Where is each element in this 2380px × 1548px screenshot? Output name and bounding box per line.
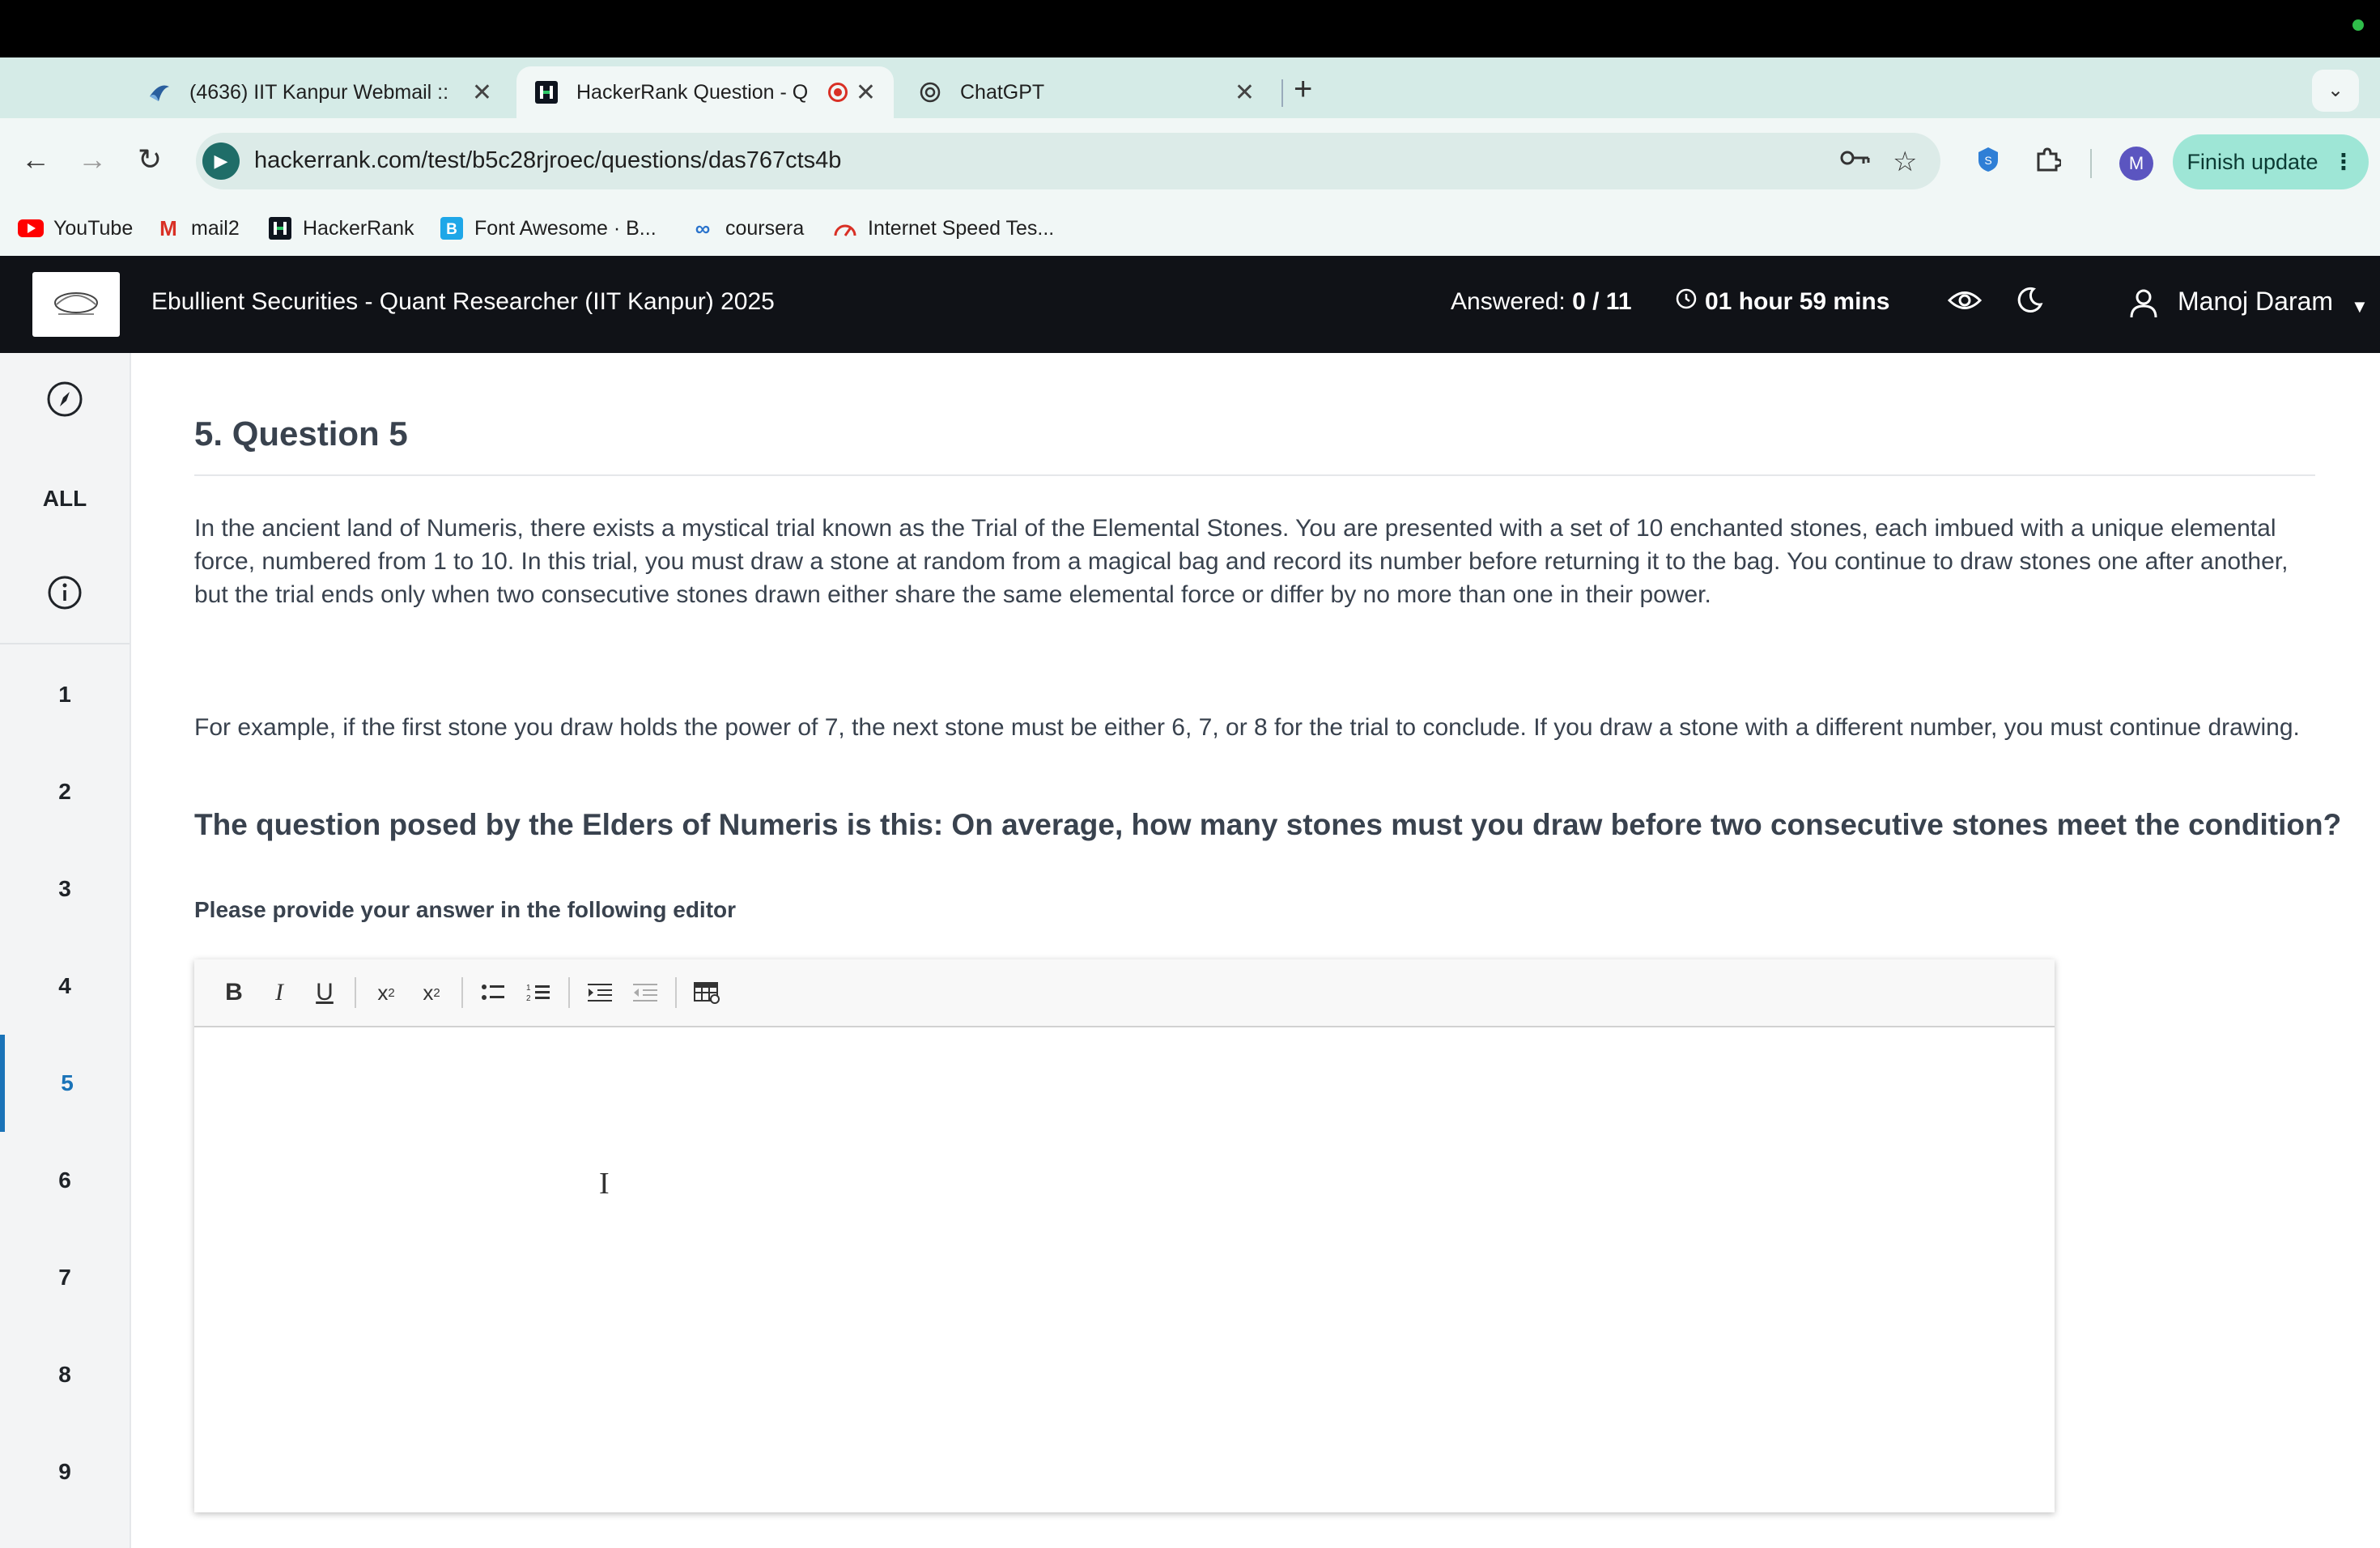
bulleted-list-icon[interactable]: [473, 972, 513, 1013]
italic-icon[interactable]: I: [259, 972, 300, 1013]
answer-editor: B I U x2 x2 12: [194, 959, 2055, 1512]
toolbar-separator: [675, 977, 677, 1008]
back-arrow-icon[interactable]: ←: [21, 142, 50, 176]
caret-down-icon[interactable]: ▼: [2351, 296, 2369, 317]
bookmark-star-icon[interactable]: ☆: [1893, 146, 1917, 178]
user-name[interactable]: Manoj Daram: [2178, 287, 2333, 317]
tab-search-chevron-icon[interactable]: ⌄: [2312, 70, 2359, 112]
svg-text:1: 1: [526, 984, 531, 993]
question-paragraph-2: For example, if the first stone you draw…: [194, 714, 2300, 741]
svg-text:S: S: [1984, 154, 1991, 167]
indent-icon[interactable]: [580, 972, 620, 1013]
compass-button[interactable]: [0, 353, 130, 450]
hackerrank-icon: [267, 217, 293, 240]
profile-avatar[interactable]: M: [2119, 147, 2153, 181]
outdent-icon[interactable]: [625, 972, 665, 1013]
bookmark-coursera[interactable]: ∞ coursera: [690, 212, 805, 245]
answered-counter: Answered: 0 / 11: [1451, 288, 1632, 315]
compass-icon: [45, 380, 84, 424]
close-icon[interactable]: ✕: [472, 79, 492, 107]
sidebar-item-q5[interactable]: 5: [0, 1035, 130, 1132]
test-title: Ebullient Securities - Quant Researcher …: [151, 288, 775, 315]
close-icon[interactable]: ✕: [856, 79, 876, 107]
kebab-menu-icon: ⋮: [2332, 149, 2355, 174]
status-indicator-dot: [2352, 19, 2364, 31]
speedtest-icon: [832, 218, 858, 239]
svg-text:B: B: [446, 221, 457, 238]
answered-value: 0 / 11: [1572, 288, 1632, 315]
bookmark-font-awesome[interactable]: B Font Awesome · B...: [439, 212, 657, 245]
bold-icon[interactable]: B: [214, 972, 254, 1013]
toolbar-separator: [355, 977, 356, 1008]
recording-icon: [827, 83, 848, 102]
finish-update-button[interactable]: Finish update ⋮: [2173, 134, 2369, 189]
forward-arrow-icon[interactable]: →: [78, 142, 107, 176]
tab-hackerrank[interactable]: HackerRank Question - Q ✕: [516, 66, 894, 118]
sidebar-item-q2[interactable]: 2: [0, 743, 130, 840]
svg-text:2: 2: [526, 994, 531, 1003]
sidebar-item-q6[interactable]: 6: [0, 1132, 130, 1229]
editor-prompt: Please provide your answer in the follow…: [194, 897, 737, 922]
divider: [194, 474, 2315, 476]
toolbar-divider: [2090, 149, 2092, 178]
extensions-puzzle-icon[interactable]: [2034, 146, 2063, 181]
sidebar-item-all[interactable]: ALL: [0, 450, 130, 547]
question-title: 5. Question 5: [194, 415, 408, 453]
new-tab-icon[interactable]: +: [1294, 71, 1312, 108]
bookmark-hackerrank[interactable]: HackerRank: [267, 212, 414, 245]
dark-mode-moon-icon[interactable]: [2016, 287, 2043, 321]
youtube-icon: [18, 218, 44, 239]
text-cursor-icon: I: [599, 1167, 610, 1201]
tab-divider: [1281, 79, 1283, 107]
close-icon[interactable]: ✕: [1235, 79, 1255, 107]
extension-shield-icon[interactable]: S: [1975, 146, 2001, 181]
reload-icon[interactable]: ↻: [138, 142, 162, 176]
eye-icon[interactable]: [1947, 288, 1983, 320]
sidebar-item-q7[interactable]: 7: [0, 1229, 130, 1326]
underline-icon[interactable]: U: [304, 972, 345, 1013]
password-key-icon[interactable]: [1839, 146, 1872, 177]
sidebar-item-q3[interactable]: 3: [0, 840, 130, 938]
insert-table-icon[interactable]: [686, 972, 727, 1013]
editor-content-area[interactable]: [194, 1029, 2055, 1512]
coursera-icon: ∞: [695, 215, 711, 240]
sidebar-item-info[interactable]: [0, 547, 130, 644]
clock-icon: [1676, 288, 1697, 316]
tab-webmail[interactable]: (4636) IIT Kanpur Webmail :: ✕: [130, 66, 510, 118]
bookmark-youtube[interactable]: YouTube: [18, 212, 133, 245]
superscript-icon[interactable]: x2: [411, 972, 452, 1013]
editor-toolbar: B I U x2 x2 12: [194, 959, 2055, 1027]
sidebar-item-q9[interactable]: 9: [0, 1423, 130, 1520]
info-icon: [47, 575, 83, 616]
sidebar-item-q8[interactable]: 8: [0, 1326, 130, 1423]
sidebar-item-q1[interactable]: 1: [0, 646, 130, 743]
question-statement: The question posed by the Elders of Nume…: [194, 808, 2342, 841]
user-icon[interactable]: [2129, 288, 2158, 326]
company-logo: [32, 272, 120, 337]
hackerrank-icon: [534, 80, 559, 104]
time-remaining: 01 hour 59 mins: [1676, 288, 1889, 316]
bootstrap-icon: B: [439, 217, 465, 240]
bookmark-speedtest[interactable]: Internet Speed Tes...: [832, 212, 1054, 245]
webmail-icon: [147, 80, 172, 104]
url-text[interactable]: hackerrank.com/test/b5c28rjroec/question…: [254, 147, 841, 174]
gmail-icon: M: [159, 215, 177, 240]
question-paragraph-1: In the ancient land of Numeris, there ex…: [194, 515, 2289, 608]
screen-share-icon[interactable]: ▶: [202, 142, 240, 180]
sidebar-item-q4[interactable]: 4: [0, 938, 130, 1035]
numbered-list-icon[interactable]: 12: [518, 972, 559, 1013]
toolbar-separator: [568, 977, 570, 1008]
bookmark-mail2[interactable]: M mail2: [155, 212, 240, 245]
tab-chatgpt[interactable]: ChatGPT ✕: [900, 66, 1273, 118]
chatgpt-icon: [918, 80, 942, 104]
toolbar-separator: [461, 977, 463, 1008]
os-menu-bar: [0, 0, 2380, 57]
subscript-icon[interactable]: x2: [366, 972, 406, 1013]
